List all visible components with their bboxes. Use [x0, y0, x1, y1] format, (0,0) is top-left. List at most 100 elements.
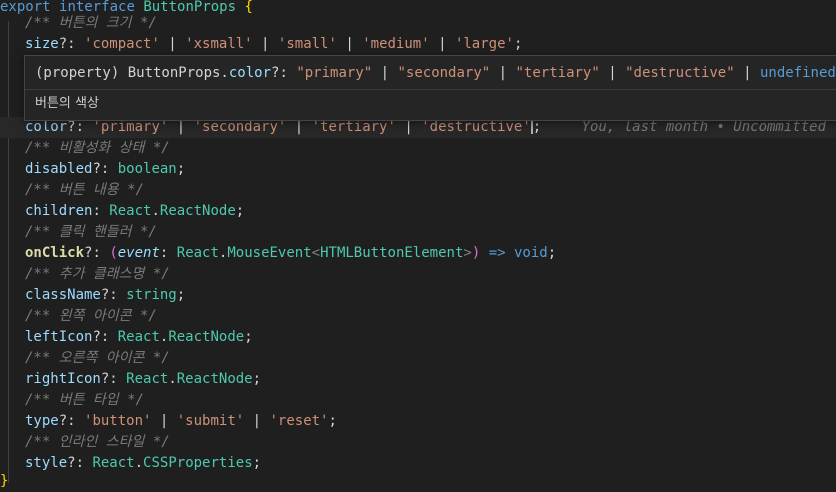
code-line-19[interactable]: /** 인라인 스타일 */: [0, 432, 836, 453]
string-literal: 'small': [277, 36, 337, 52]
hover-sig-colon: ?:: [271, 65, 297, 81]
hover-union-sep: |: [599, 65, 626, 81]
code-line-15[interactable]: /** 오른쪽 아이콘 */: [0, 348, 836, 369]
union-sep: |: [244, 413, 270, 429]
code-line-8[interactable]: children: React.ReactNode;: [0, 201, 836, 222]
code-line-18[interactable]: type?: 'button' | 'submit' | 'reset';: [0, 411, 836, 432]
paren-open: (: [109, 245, 118, 261]
union-sep: |: [168, 119, 194, 135]
comment: /** 버튼 타입 */: [25, 392, 144, 408]
string-literal: 'compact': [84, 36, 160, 52]
prop-name: onClick: [25, 245, 85, 261]
optional-colon: ?:: [67, 455, 93, 471]
generic-close: >: [463, 245, 472, 261]
colon: :: [92, 203, 110, 219]
code-editor[interactable]: export interface ButtonProps { /** 버튼의 크…: [0, 0, 836, 492]
semicolon: ;: [252, 371, 262, 387]
union-sep: |: [395, 119, 422, 135]
code-line-2[interactable]: /** 버튼의 크기 */: [0, 13, 836, 34]
code-line-5[interactable]: /** 비활성화 상태 */: [0, 138, 836, 159]
type-name: ReactNode: [168, 329, 245, 345]
hover-sig-prop: color: [228, 65, 272, 81]
comment: /** 버튼의 크기 */: [25, 15, 157, 31]
comment: /** 오른쪽 아이콘 */: [25, 350, 170, 366]
type-name: ReactNode: [176, 371, 253, 387]
prop-name: type: [25, 413, 59, 429]
optional-colon: ?:: [92, 161, 118, 177]
hover-string-literal: "primary": [296, 65, 373, 81]
code-line-13[interactable]: /** 왼쪽 아이콘 */: [0, 306, 836, 327]
semicolon: ;: [547, 245, 557, 261]
hover-doc: 버튼의 색상: [35, 96, 99, 111]
prop-name: className: [25, 287, 101, 303]
union-sep: |: [429, 36, 455, 52]
code-line-12[interactable]: className?: string;: [0, 285, 836, 306]
code-line-10[interactable]: onClick?: (event: React.MouseEvent<HTMLB…: [0, 243, 836, 264]
namespace: React: [109, 203, 152, 219]
code-line-14[interactable]: leftIcon?: React.ReactNode;: [0, 327, 836, 348]
prop-name: leftIcon: [25, 329, 93, 345]
namespace: React: [92, 455, 135, 471]
semicolon: ;: [176, 287, 186, 303]
string-literal: 'large': [454, 36, 514, 52]
union-sep: |: [159, 36, 186, 52]
semicolon: ;: [235, 203, 245, 219]
string-literal: 'submit': [176, 413, 245, 429]
semicolon: ;: [176, 161, 186, 177]
string-literal: 'primary': [92, 119, 169, 135]
code-line-11[interactable]: /** 추가 클래스명 */: [0, 264, 836, 285]
string-literal: 'reset': [269, 413, 329, 429]
hover-union-sep: |: [734, 65, 760, 81]
code-line-6[interactable]: disabled?: boolean;: [0, 159, 836, 180]
prop-name: children: [25, 203, 93, 219]
dot: .: [168, 371, 177, 387]
string-literal: 'xsmall': [185, 36, 253, 52]
prop-name: size: [25, 36, 59, 52]
hover-signature: (property) ButtonProps.color?: "primary"…: [35, 62, 836, 84]
type-name: ReactNode: [159, 203, 236, 219]
hover-string-literal: "secondary": [397, 65, 491, 81]
hover-string-literal: "tertiary": [515, 65, 600, 81]
code-line-3[interactable]: size?: 'compact' | 'xsmall' | 'small' | …: [0, 34, 836, 55]
string-literal: 'medium': [362, 36, 430, 52]
semicolon: ;: [328, 413, 337, 429]
code-line-9[interactable]: /** 클릭 핸들러 */: [0, 222, 836, 243]
generic-open: <: [311, 245, 321, 261]
optional-colon: ?:: [100, 287, 127, 303]
dot: .: [151, 203, 160, 219]
code-line-16[interactable]: rightIcon?: React.ReactNode;: [0, 369, 836, 390]
semicolon: ;: [244, 329, 253, 345]
prop-name: style: [25, 455, 68, 471]
hover-undefined: undefined: [759, 65, 836, 81]
hover-union-sep: |: [372, 65, 398, 81]
union-sep: |: [151, 413, 177, 429]
brace-close: }: [0, 473, 9, 489]
optional-colon: ?:: [58, 36, 85, 52]
comment: /** 버튼 내용 */: [25, 182, 144, 198]
union-sep: |: [336, 36, 363, 52]
code-line-17[interactable]: /** 버튼 타입 */: [0, 390, 836, 411]
type-name: string: [126, 287, 177, 303]
string-literal: 'button': [84, 413, 152, 429]
type-name: CSSProperties: [143, 455, 253, 471]
prop-name: disabled: [25, 161, 93, 177]
generic-type: HTMLButtonElement: [320, 245, 464, 261]
comment: /** 추가 클래스명 */: [25, 266, 170, 282]
optional-colon: ?:: [58, 413, 85, 429]
optional-colon: ?:: [100, 371, 127, 387]
hover-string-literal: "destructive": [625, 65, 735, 81]
comment: /** 비활성화 상태 */: [25, 140, 170, 156]
hover-union-sep: |: [490, 65, 516, 81]
code-line-21[interactable]: }: [0, 471, 836, 492]
dot: .: [134, 455, 144, 471]
param-name: event: [117, 245, 160, 261]
semicolon: ;: [532, 119, 542, 135]
namespace: React: [126, 371, 169, 387]
optional-colon: ?:: [67, 119, 93, 135]
namespace: React: [117, 329, 160, 345]
code-line-7[interactable]: /** 버튼 내용 */: [0, 180, 836, 201]
string-literal: 'destructive': [421, 119, 531, 135]
optional-colon: ?:: [92, 329, 118, 345]
comment: /** 인라인 스타일 */: [25, 434, 170, 450]
union-sep: |: [252, 36, 278, 52]
